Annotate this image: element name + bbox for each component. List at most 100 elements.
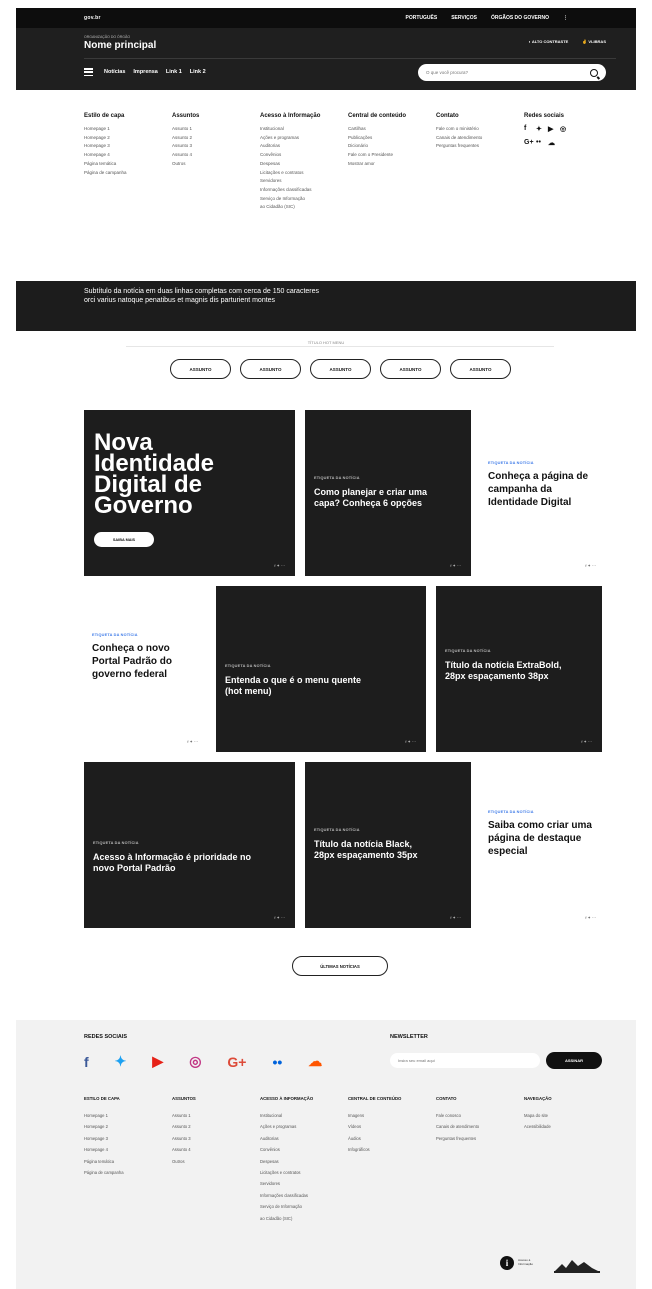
footer-link[interactable]: Homepage 4	[84, 1144, 124, 1155]
latest-news-button[interactable]: ÚLTIMAS NOTÍCIAS	[292, 956, 388, 976]
search-input[interactable]	[426, 70, 590, 75]
news-card-plain[interactable]: ETIQUETA DA NOTÍCIA Conheça a página de …	[480, 410, 604, 576]
top-link-agencies[interactable]: ÓRGÃOS DO GOVERNO	[491, 15, 549, 21]
mega-link[interactable]: Assunto 4	[172, 151, 199, 160]
mega-link[interactable]: Fale com o Presidente	[348, 151, 410, 160]
mega-link[interactable]: Página temática	[84, 160, 127, 169]
mega-link[interactable]: Auditorias	[260, 142, 330, 151]
mega-link[interactable]: Homepage 1	[84, 125, 127, 134]
mega-link[interactable]: Assunto 3	[172, 142, 199, 151]
nav-item-press[interactable]: Imprensa	[133, 69, 157, 75]
mega-link[interactable]: Publicações	[348, 134, 410, 143]
nav-item-news[interactable]: Notícias	[104, 69, 125, 75]
youtube-icon[interactable]: ▶	[152, 1053, 163, 1070]
share-icons[interactable]: f ✦ ⋯	[585, 563, 596, 568]
twitter-icon[interactable]: ✦	[536, 125, 548, 133]
search-icon[interactable]	[590, 68, 598, 77]
footer-link[interactable]: Serviço de Informação	[260, 1201, 320, 1212]
mega-link[interactable]: Homepage 4	[84, 151, 127, 160]
footer-link[interactable]: Outros	[172, 1156, 196, 1167]
mega-link[interactable]: Assunto 1	[172, 125, 199, 134]
nav-item-link1[interactable]: Link 1	[166, 69, 182, 75]
mega-link[interactable]: Outros	[172, 160, 199, 169]
share-icons[interactable]: f ✦ ⋯	[450, 563, 461, 568]
footer-link[interactable]: Áudios	[348, 1133, 408, 1144]
site-title[interactable]: Nome principal	[84, 40, 156, 51]
news-card-plain[interactable]: ETIQUETA DA NOTÍCIA Conheça o novo Porta…	[84, 586, 206, 752]
news-card[interactable]: ETIQUETA DA NOTÍCIA Acesso à Informação …	[84, 762, 295, 928]
mega-link[interactable]: Página de campanha	[84, 169, 127, 178]
subscribe-button[interactable]: ASSINAR	[546, 1052, 602, 1069]
footer-link[interactable]: Licitações e contratos	[260, 1167, 320, 1178]
share-icons[interactable]: f ✦ ⋯	[274, 915, 285, 920]
news-card-plain[interactable]: ETIQUETA DA NOTÍCIA Saiba como criar uma…	[480, 762, 604, 928]
share-icons[interactable]: f ✦ ⋯	[585, 915, 596, 920]
facebook-icon[interactable]: f	[84, 1054, 89, 1070]
subject-chip[interactable]: ASSUNTO	[170, 359, 231, 379]
newsletter-email-input[interactable]	[390, 1053, 540, 1068]
flickr-icon[interactable]: ••	[272, 1054, 282, 1070]
footer-link[interactable]: Despesas	[260, 1156, 320, 1167]
hero-card[interactable]: Nova Identidade Digital de Governo SAIBA…	[84, 410, 295, 576]
mega-link[interactable]: ao Cidadão (SIC)	[260, 203, 330, 212]
brazil-government-logo-icon[interactable]	[552, 1256, 602, 1274]
news-card[interactable]: ETIQUETA DA NOTÍCIA Como planejar e cria…	[305, 410, 471, 576]
mega-link[interactable]: Licitações e contratos	[260, 169, 330, 178]
instagram-icon[interactable]: ◎	[560, 125, 572, 133]
share-icons[interactable]: f ✦ ⋯	[187, 739, 198, 744]
mega-link[interactable]: Perguntas frequentes	[436, 142, 482, 151]
mega-link[interactable]: Canais de atendimento	[436, 134, 482, 143]
twitter-icon[interactable]: ✦	[115, 1053, 127, 1070]
mega-link[interactable]: Informações classificadas	[260, 186, 330, 195]
mega-link[interactable]: Ações e programas	[260, 134, 330, 143]
youtube-icon[interactable]: ▶	[548, 125, 560, 133]
govbr-brand[interactable]: gov.br	[84, 15, 101, 21]
facebook-icon[interactable]: f	[524, 125, 536, 133]
footer-link[interactable]: Servidores	[260, 1178, 320, 1189]
mega-link[interactable]: Cartilhas	[348, 125, 410, 134]
mega-link[interactable]: Despesas	[260, 160, 330, 169]
footer-link[interactable]: ao Cidadão (SIC)	[260, 1213, 320, 1224]
footer-link[interactable]: Informações classificadas	[260, 1190, 320, 1201]
footer-link[interactable]: Perguntas frequentes	[436, 1133, 479, 1144]
footer-link[interactable]: Ações e programas	[260, 1121, 320, 1132]
mega-link[interactable]: Fale com o ministério	[436, 125, 482, 134]
share-icons[interactable]: f ✦ ⋯	[274, 563, 285, 568]
footer-link[interactable]: Assunto 3	[172, 1133, 196, 1144]
top-link-language[interactable]: PORTUGUÊS	[406, 15, 438, 21]
mega-link[interactable]: Assunto 2	[172, 134, 199, 143]
footer-link[interactable]: Assunto 2	[172, 1121, 196, 1132]
footer-link[interactable]: Homepage 3	[84, 1133, 124, 1144]
subject-chip[interactable]: ASSUNTO	[310, 359, 371, 379]
news-card[interactable]: ETIQUETA DA NOTÍCIA Título da notícia Ex…	[436, 586, 602, 752]
news-card[interactable]: ETIQUETA DA NOTÍCIA Entenda o que é o me…	[216, 586, 426, 752]
share-icons[interactable]: f ✦ ⋯	[581, 739, 592, 744]
mega-link[interactable]: Dicionário	[348, 142, 410, 151]
high-contrast-button[interactable]: ◐ ALTO CONTRASTE	[528, 39, 568, 44]
footer-link[interactable]: Imagens	[348, 1110, 408, 1121]
access-information-logo-icon[interactable]: i	[500, 1256, 514, 1270]
footer-link[interactable]: Mapa do site	[524, 1110, 552, 1121]
google-plus-icon[interactable]: G+	[524, 139, 536, 147]
footer-link[interactable]: Homepage 2	[84, 1121, 124, 1132]
soundcloud-icon[interactable]: ☁	[548, 139, 560, 147]
instagram-icon[interactable]: ◎	[189, 1053, 201, 1070]
subject-chip[interactable]: ASSUNTO	[380, 359, 441, 379]
nav-item-link2[interactable]: Link 2	[190, 69, 206, 75]
subject-chip[interactable]: ASSUNTO	[240, 359, 301, 379]
more-icon[interactable]: ⋮	[563, 15, 568, 21]
footer-link[interactable]: Convênios	[260, 1144, 320, 1155]
vlibras-button[interactable]: ✌ VLIBRAS	[582, 39, 606, 44]
footer-link[interactable]: Fale conosco	[436, 1110, 479, 1121]
subject-chip[interactable]: ASSUNTO	[450, 359, 511, 379]
footer-link[interactable]: Homepage 1	[84, 1110, 124, 1121]
footer-link[interactable]: Página temática	[84, 1156, 124, 1167]
mega-link[interactable]: Serviço de Informação	[260, 195, 330, 204]
footer-link[interactable]: Assunto 1	[172, 1110, 196, 1121]
footer-link[interactable]: Acessibilidade	[524, 1121, 552, 1132]
learn-more-button[interactable]: SAIBA MAIS	[94, 532, 154, 547]
footer-link[interactable]: Vídeos	[348, 1121, 408, 1132]
mega-link[interactable]: Homepage 3	[84, 142, 127, 151]
mega-link[interactable]: Homepage 2	[84, 134, 127, 143]
mega-link[interactable]: Convênios	[260, 151, 330, 160]
